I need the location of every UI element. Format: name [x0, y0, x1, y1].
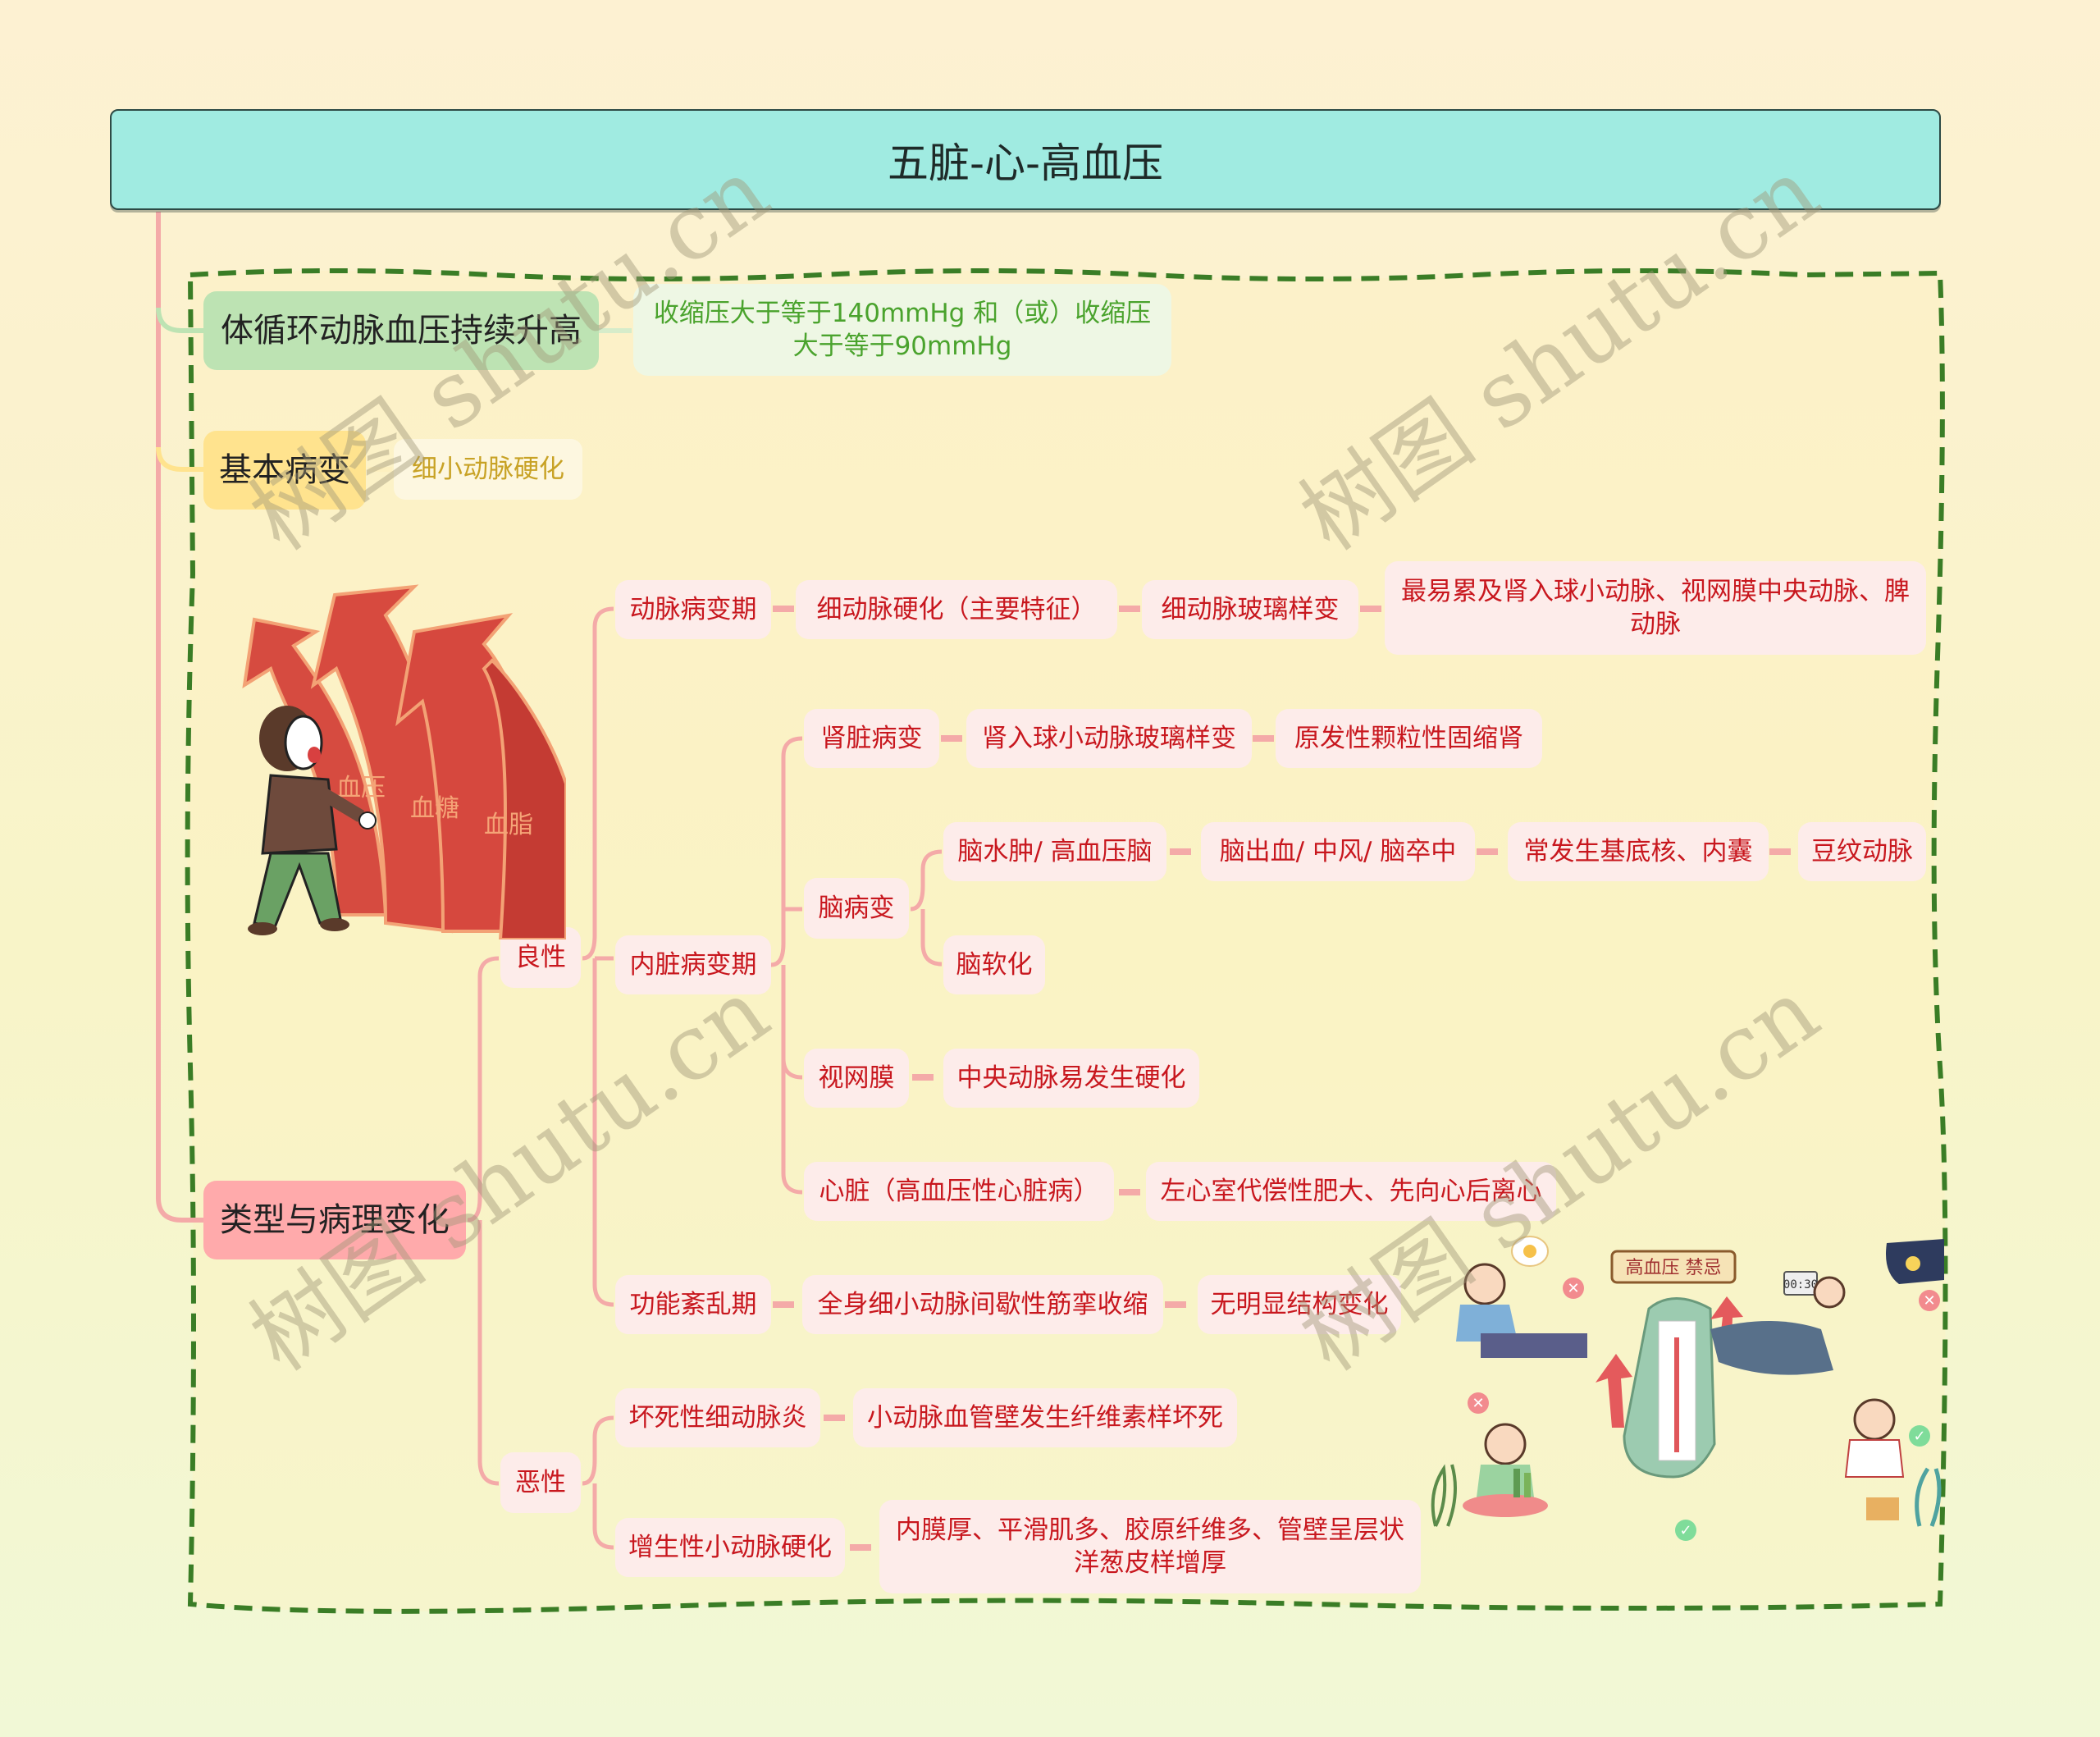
person-drinking [1484, 1423, 1527, 1465]
node-brain-edema-label: 脑水肿/ 高血压脑 [957, 836, 1153, 866]
branch-types-label: 类型与病理变化 [220, 1201, 450, 1239]
node-hyperplastic-label: 增生性小动脉硬化 [628, 1532, 832, 1562]
node-retina-detail[interactable]: 中央动脉易发生硬化 [943, 1049, 1199, 1108]
node-kidney-chain-1-label: 肾入球小动脉玻璃样变 [982, 723, 1236, 753]
node-arterial-chain-1-label: 细动脉硬化（主要特征） [816, 594, 1097, 624]
node-arterial-end-line2: 动脉 [1630, 610, 1681, 639]
svg-text:✕: ✕ [1472, 1395, 1484, 1412]
node-kidney-label: 肾脏病变 [820, 723, 923, 753]
basic-lesion-detail[interactable]: 细小动脉硬化 [394, 439, 582, 500]
root-title: 五脏-心-高血压 [887, 139, 1164, 187]
node-brain-chain-3[interactable]: 豆纹动脉 [1798, 822, 1926, 881]
svg-text:✓: ✓ [1913, 1428, 1925, 1445]
node-arterial-end[interactable]: 最易累及肾入球小动脉、视网膜中央动脉、脾 动脉 [1385, 561, 1926, 655]
thermometer-mercury [1674, 1337, 1679, 1452]
node-hyperplastic-detail[interactable]: 内膜厚、平滑肌多、胶原纤维多、管壁呈层状 洋葱皮样增厚 [879, 1500, 1421, 1593]
node-arterial-chain-2[interactable]: 细动脉玻璃样变 [1142, 580, 1358, 639]
node-retina[interactable]: 视网膜 [804, 1049, 909, 1108]
node-necrotizing-label: 坏死性细动脉炎 [628, 1402, 807, 1433]
arrow-label-3: 血脂 [484, 811, 533, 839]
svg-text:✓: ✓ [1679, 1522, 1691, 1539]
moon-icon [1906, 1256, 1920, 1271]
node-functional-stage[interactable]: 功能紊乱期 [615, 1275, 771, 1334]
node-arterial-chain-1[interactable]: 细动脉硬化（主要特征） [796, 580, 1117, 639]
node-heart-detail-label: 左心室代偿性肥大、先向心后离心 [1160, 1176, 1542, 1206]
node-retina-label: 视网膜 [818, 1063, 895, 1093]
node-heart-label: 心脏（高血压性心脏病） [819, 1176, 1099, 1206]
branch-definition[interactable]: 体循环动脉血压持续升高 [203, 291, 599, 370]
plant-leaves [1431, 1464, 1457, 1527]
node-hyperplastic-detail-line1: 内膜厚、平滑肌多、胶原纤维多、管壁呈层状 [896, 1515, 1404, 1545]
definition-detail-line2: 大于等于90mmHg [792, 331, 1012, 361]
node-necrotizing-detail-label: 小动脉血管壁发生纤维素样坏死 [867, 1402, 1223, 1433]
branch-basic-lesion[interactable]: 基本病变 [203, 431, 366, 510]
node-arterial-end-line1: 最易累及肾入球小动脉、视网膜中央动脉、脾 [1401, 576, 1910, 606]
illustration-rising-arrows: 血压 血糖 血脂 [238, 570, 568, 941]
node-visceral-stage[interactable]: 内脏病变期 [615, 935, 771, 994]
node-brain-chain-1-label: 脑出血/ 中风/ 脑卒中 [1219, 836, 1457, 866]
node-functional-chain-1[interactable]: 全身细小动脉间歇性筋挛收缩 [802, 1275, 1163, 1334]
node-functional-chain-2[interactable]: 无明显结构变化 [1198, 1275, 1401, 1334]
node-kidney-chain-2[interactable]: 原发性颗粒性固缩肾 [1276, 709, 1542, 768]
node-retina-detail-label: 中央动脉易发生硬化 [956, 1063, 1186, 1093]
node-brain-softening[interactable]: 脑软化 [943, 935, 1045, 994]
taboo-sign-text: 高血压 禁忌 [1626, 1258, 1722, 1278]
node-brain-edema[interactable]: 脑水肿/ 高血压脑 [943, 822, 1166, 881]
illustration-hypertension-taboos: 高血压 禁忌 00:30 ✕ ✕ ✕ ✓ ✓ [1427, 1231, 1952, 1543]
definition-detail-line1: 收缩压大于等于140mmHg 和（或）收缩压 [653, 298, 1152, 328]
bed-blanket [1710, 1321, 1833, 1375]
branch-basic-lesion-label: 基本病变 [219, 451, 350, 489]
definition-detail[interactable]: 收缩压大于等于140mmHg 和（或）收缩压 大于等于90mmHg [633, 284, 1171, 376]
node-hyperplastic-detail-line2: 洋葱皮样增厚 [1074, 1548, 1226, 1578]
node-kidney[interactable]: 肾脏病变 [804, 709, 939, 768]
person-in-bed [1813, 1276, 1846, 1309]
node-malignant[interactable]: 恶性 [500, 1452, 581, 1513]
node-hyperplastic[interactable]: 增生性小动脉硬化 [615, 1518, 845, 1577]
arrow-label-2: 血糖 [410, 794, 459, 823]
node-malignant-label: 恶性 [515, 1467, 566, 1497]
node-brain-chain-2[interactable]: 常发生基底核、内囊 [1508, 822, 1769, 881]
node-necrotizing[interactable]: 坏死性细动脉炎 [615, 1388, 820, 1447]
node-kidney-chain-2-label: 原发性颗粒性固缩肾 [1294, 723, 1523, 753]
node-benign-label: 良性 [515, 942, 566, 972]
svg-text:✕: ✕ [1567, 1280, 1579, 1297]
node-functional-chain-1-label: 全身细小动脉间歇性筋挛收缩 [817, 1289, 1148, 1319]
branch-types[interactable]: 类型与病理变化 [203, 1181, 466, 1259]
node-functional-chain-2-label: 无明显结构变化 [1210, 1289, 1389, 1319]
node-arterial-chain-2-label: 细动脉玻璃样变 [1161, 594, 1340, 624]
svg-text:✕: ✕ [1923, 1292, 1935, 1310]
node-brain-chain-1[interactable]: 脑出血/ 中风/ 脑卒中 [1201, 822, 1475, 881]
drink-table [1463, 1494, 1548, 1517]
plant-leaves [1915, 1467, 1942, 1527]
basket [1866, 1497, 1899, 1520]
root-topic[interactable]: 五脏-心-高血压 [110, 109, 1941, 210]
branch-definition-label: 体循环动脉血压持续升高 [221, 312, 582, 350]
node-brain-chain-2-label: 常发生基底核、内囊 [1523, 836, 1753, 866]
person-eating [1463, 1263, 1506, 1305]
node-brain[interactable]: 脑病变 [804, 878, 909, 939]
node-heart[interactable]: 心脏（高血压性心脏病） [804, 1162, 1114, 1221]
node-necrotizing-detail[interactable]: 小动脉血管壁发生纤维素样坏死 [853, 1388, 1237, 1447]
digital-clock-text: 00:30 [1783, 1278, 1818, 1291]
node-brain-softening-label: 脑软化 [956, 949, 1033, 980]
person-happy [1853, 1398, 1896, 1441]
node-visceral-stage-label: 内脏病变期 [629, 949, 757, 980]
node-functional-stage-label: 功能紊乱期 [629, 1289, 757, 1319]
node-brain-chain-3-label: 豆纹动脉 [1811, 836, 1913, 866]
node-arterial-stage-label: 动脉病变期 [629, 594, 757, 624]
node-brain-label: 脑病变 [818, 893, 895, 923]
node-arterial-stage[interactable]: 动脉病变期 [615, 580, 771, 639]
node-heart-detail[interactable]: 左心室代偿性肥大、先向心后离心 [1146, 1162, 1556, 1221]
arrow-label-1: 血压 [336, 774, 386, 802]
fast-food-tray [1481, 1333, 1587, 1358]
basic-lesion-detail-text: 细小动脉硬化 [412, 454, 564, 484]
node-kidney-chain-1[interactable]: 肾入球小动脉玻璃样变 [966, 709, 1252, 768]
